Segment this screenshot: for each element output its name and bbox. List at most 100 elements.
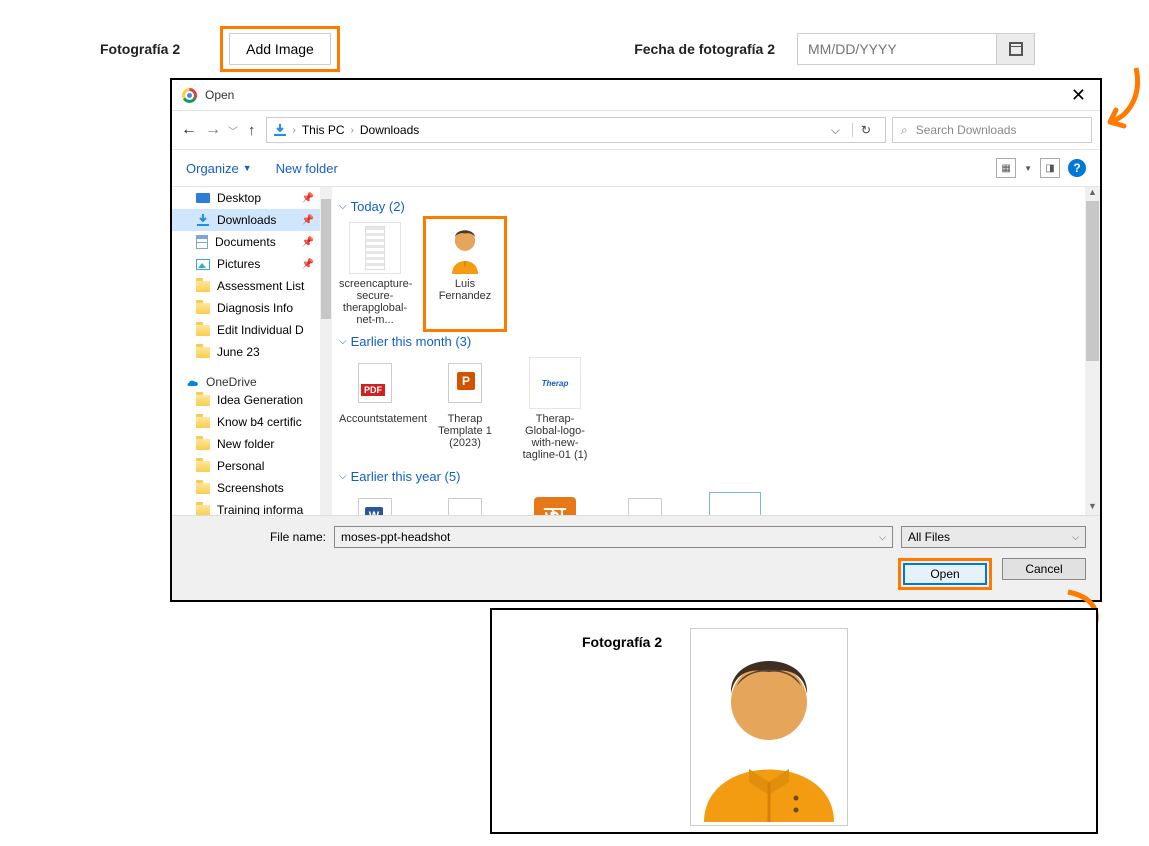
file-item-highlighted[interactable]: Luis Fernandez <box>429 222 501 326</box>
group-header[interactable]: ⌵Earlier this year (5) <box>339 469 1088 484</box>
sidebar-item-desktop[interactable]: Desktop📌 <box>172 187 326 209</box>
sidebar-item[interactable]: Idea Generation <box>172 389 326 411</box>
pdf-icon <box>628 498 662 515</box>
folder-icon <box>196 347 210 358</box>
desktop-icon <box>196 193 210 203</box>
pin-icon: 📌 <box>302 215 314 226</box>
avatar-large-icon <box>694 632 844 822</box>
sidebar-item[interactable]: New folder <box>172 433 326 455</box>
pin-icon: 📌 <box>302 193 314 204</box>
path-dropdown[interactable]: ⌵ <box>825 123 846 138</box>
filetype-filter[interactable]: All Files⌵ <box>901 526 1086 548</box>
file-item[interactable] <box>699 492 771 515</box>
refresh-button[interactable]: ↻ <box>852 123 879 137</box>
forward-button[interactable]: → <box>204 121 222 139</box>
file-item[interactable]: Therap Template 1 (2023) <box>429 357 501 461</box>
file-open-dialog: Open ✕ ← → ﹀ ↑ › This PC › Downloads ⌵ ↻… <box>170 78 1102 602</box>
folder-icon <box>196 483 210 494</box>
preview-panel: Fotografía 2 <box>490 608 1098 834</box>
chevron-right-icon: › <box>351 125 354 136</box>
help-button[interactable]: ? <box>1068 159 1086 177</box>
sidebar-item-documents[interactable]: Documents📌 <box>172 231 326 253</box>
therap-logo-icon: Therap <box>542 379 569 388</box>
sidebar-item[interactable]: June 23 <box>172 341 326 363</box>
folder-icon <box>196 281 210 292</box>
search-input[interactable]: ⌕ Search Downloads <box>892 117 1092 143</box>
group-header[interactable]: ⌵Today (2) <box>339 199 1088 214</box>
folder-icon <box>196 417 210 428</box>
file-item[interactable]: অ <box>519 492 591 515</box>
file-list: ⌵Today (2) screencapture-secure-therapgl… <box>327 187 1100 515</box>
chrome-icon <box>182 88 197 103</box>
pin-icon: 📌 <box>302 259 314 270</box>
text-file-icon <box>365 226 385 270</box>
back-button[interactable]: ← <box>180 121 198 139</box>
up-button[interactable]: ↑ <box>244 122 260 139</box>
file-item[interactable]: Accountstatement <box>339 357 411 461</box>
group-header[interactable]: ⌵Earlier this month (3) <box>339 334 1088 349</box>
sidebar-item[interactable]: Edit Individual D <box>172 319 326 341</box>
calendar-icon <box>1009 42 1023 56</box>
picture-icon <box>196 259 210 270</box>
view-button[interactable]: ▦ <box>996 158 1016 178</box>
preview-pane-button[interactable]: ◨ <box>1040 158 1060 178</box>
folder-icon <box>196 461 210 472</box>
search-icon: ⌕ <box>901 123 908 138</box>
sidebar-item[interactable]: Screenshots <box>172 477 326 499</box>
sidebar-item[interactable]: Know b4 certific <box>172 411 326 433</box>
file-item[interactable]: screencapture-secure-therapglobal-net-m.… <box>339 222 411 326</box>
download-icon <box>196 213 210 227</box>
image-icon: অ <box>534 497 576 515</box>
content-scrollbar[interactable]: ▲ ▼ <box>1085 187 1100 515</box>
folder-icon <box>196 505 210 516</box>
photo-label: Fotografía 2 <box>100 41 180 57</box>
arrow-annotation-icon <box>1100 64 1144 136</box>
chevron-right-icon: › <box>293 125 296 136</box>
date-label: Fecha de fotografía 2 <box>634 41 775 57</box>
sidebar-onedrive[interactable]: OneDrive <box>172 375 326 389</box>
open-button-highlight: Open <box>898 558 992 590</box>
pdf-icon <box>448 498 482 515</box>
file-item[interactable] <box>339 492 411 515</box>
open-button[interactable]: Open <box>903 563 987 585</box>
filename-label: File name: <box>186 530 326 544</box>
pdf-icon <box>358 363 392 403</box>
file-item[interactable] <box>429 492 501 515</box>
preview-image <box>690 628 848 826</box>
download-icon <box>273 123 287 137</box>
path-root[interactable]: This PC <box>302 123 345 137</box>
document-icon <box>196 235 208 249</box>
history-dropdown[interactable]: ﹀ <box>228 123 238 138</box>
dialog-title: Open <box>205 88 234 102</box>
sidebar-item-downloads[interactable]: Downloads📌 <box>172 209 326 231</box>
add-image-button[interactable]: Add Image <box>229 33 331 65</box>
file-item[interactable]: TherapTherap-Global-logo-with-new-taglin… <box>519 357 591 461</box>
add-image-highlight: Add Image <box>220 26 340 72</box>
date-input[interactable] <box>797 33 997 65</box>
sidebar-item[interactable]: Assessment List <box>172 275 326 297</box>
new-folder-button[interactable]: New folder <box>276 161 338 176</box>
filename-input[interactable]: moses-ppt-headshot⌵ <box>334 526 893 548</box>
file-item[interactable] <box>609 492 681 515</box>
folder-icon <box>196 439 210 450</box>
folder-icon <box>196 303 210 314</box>
powerpoint-icon <box>448 363 482 403</box>
preview-label: Fotografía 2 <box>582 634 662 650</box>
sidebar-item[interactable]: Training informa <box>172 499 326 515</box>
close-button[interactable]: ✕ <box>1067 86 1090 104</box>
cancel-button[interactable]: Cancel <box>1002 558 1086 580</box>
sidebar-item-pictures[interactable]: Pictures📌 <box>172 253 326 275</box>
sidebar-item[interactable]: Diagnosis Info <box>172 297 326 319</box>
folder-icon <box>196 395 210 406</box>
path-folder[interactable]: Downloads <box>360 123 419 137</box>
sidebar-item[interactable]: Personal <box>172 455 326 477</box>
organize-button[interactable]: Organize ▼ <box>186 161 252 176</box>
calendar-button[interactable] <box>997 33 1035 65</box>
pin-icon: 📌 <box>302 237 314 248</box>
avatar-icon <box>443 222 487 274</box>
search-placeholder: Search Downloads <box>916 123 1017 137</box>
folder-icon <box>196 325 210 336</box>
address-bar[interactable]: › This PC › Downloads ⌵ ↻ <box>266 117 887 143</box>
word-icon <box>358 498 392 515</box>
sidebar: Desktop📌 Downloads📌 Documents📌 Pictures📌… <box>172 187 327 515</box>
